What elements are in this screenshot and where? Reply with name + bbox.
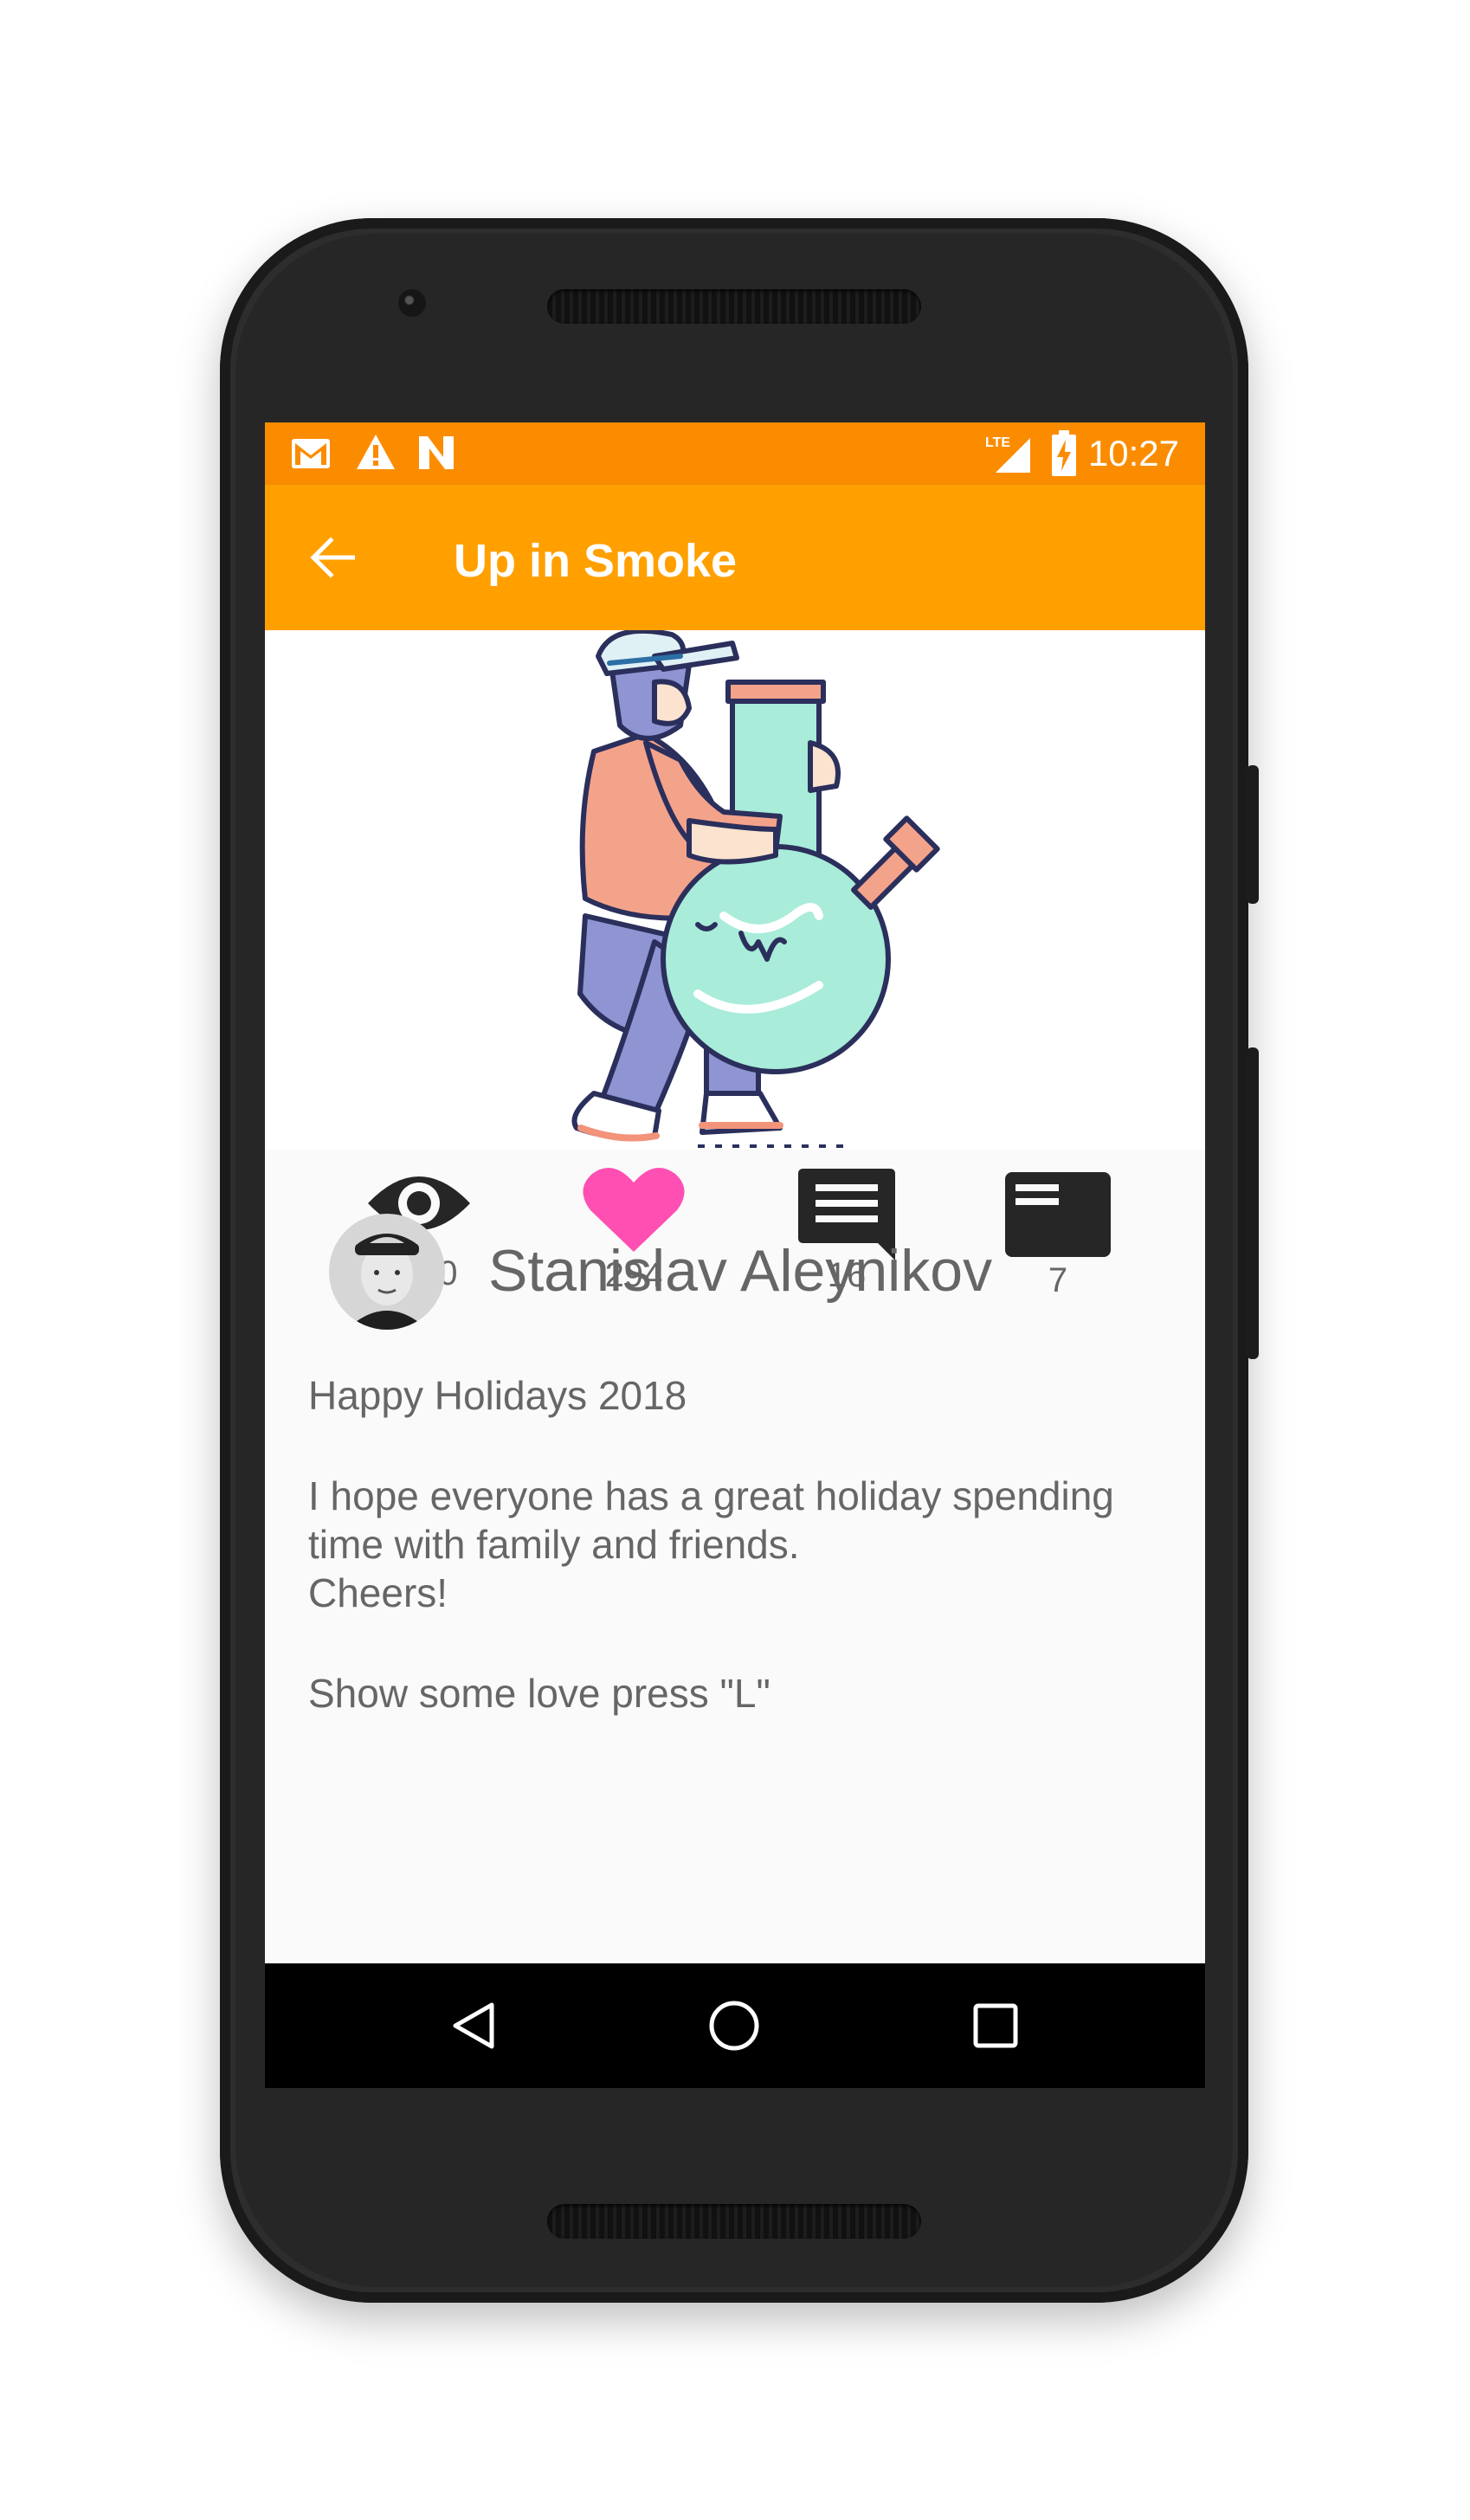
- hero-image: [265, 630, 1205, 1150]
- bottom-speaker: [547, 2204, 921, 2239]
- post-line-3: Cheers!: [308, 1570, 448, 1615]
- page-title: Up in Smoke: [454, 535, 738, 587]
- screen: LTE 10:27 Up in Smoke 294 16 7 Stanislav…: [265, 422, 1205, 2088]
- power-button: [1247, 765, 1259, 904]
- status-time: 10:27: [1087, 433, 1179, 474]
- arrow-back-icon[interactable]: [310, 537, 355, 578]
- post-heading: Happy Holidays 2018: [308, 1373, 687, 1418]
- app-toolbar: Up in Smoke: [265, 485, 1205, 630]
- top-speaker: [547, 289, 921, 324]
- n-notification-icon: [419, 436, 454, 469]
- volume-button: [1247, 1047, 1259, 1359]
- gmail-icon: [292, 439, 330, 468]
- nav-recents-icon[interactable]: [973, 2003, 1018, 2048]
- front-camera: [398, 289, 426, 317]
- lte-label: LTE: [985, 435, 1010, 450]
- battery-charging-icon: [1052, 430, 1076, 476]
- post-footer: Show some love press "L": [308, 1671, 770, 1716]
- nav-home-icon[interactable]: [708, 2000, 760, 2052]
- nav-back-icon[interactable]: [452, 2001, 495, 2050]
- warning-icon: [357, 435, 395, 469]
- author-name[interactable]: Stanislav Aleynikov: [488, 1234, 992, 1307]
- avatar[interactable]: [329, 1214, 445, 1330]
- lte-signal-icon: LTE: [985, 435, 1030, 473]
- post-line-2: time with family and friends.: [308, 1522, 800, 1567]
- bong-illustration: [571, 630, 940, 1148]
- system-nav-bar: [265, 1963, 1205, 2088]
- card-icon: [1005, 1172, 1111, 1257]
- post-line-1: I hope everyone has a great holiday spen…: [308, 1473, 1114, 1518]
- status-bar: LTE 10:27: [265, 422, 1205, 485]
